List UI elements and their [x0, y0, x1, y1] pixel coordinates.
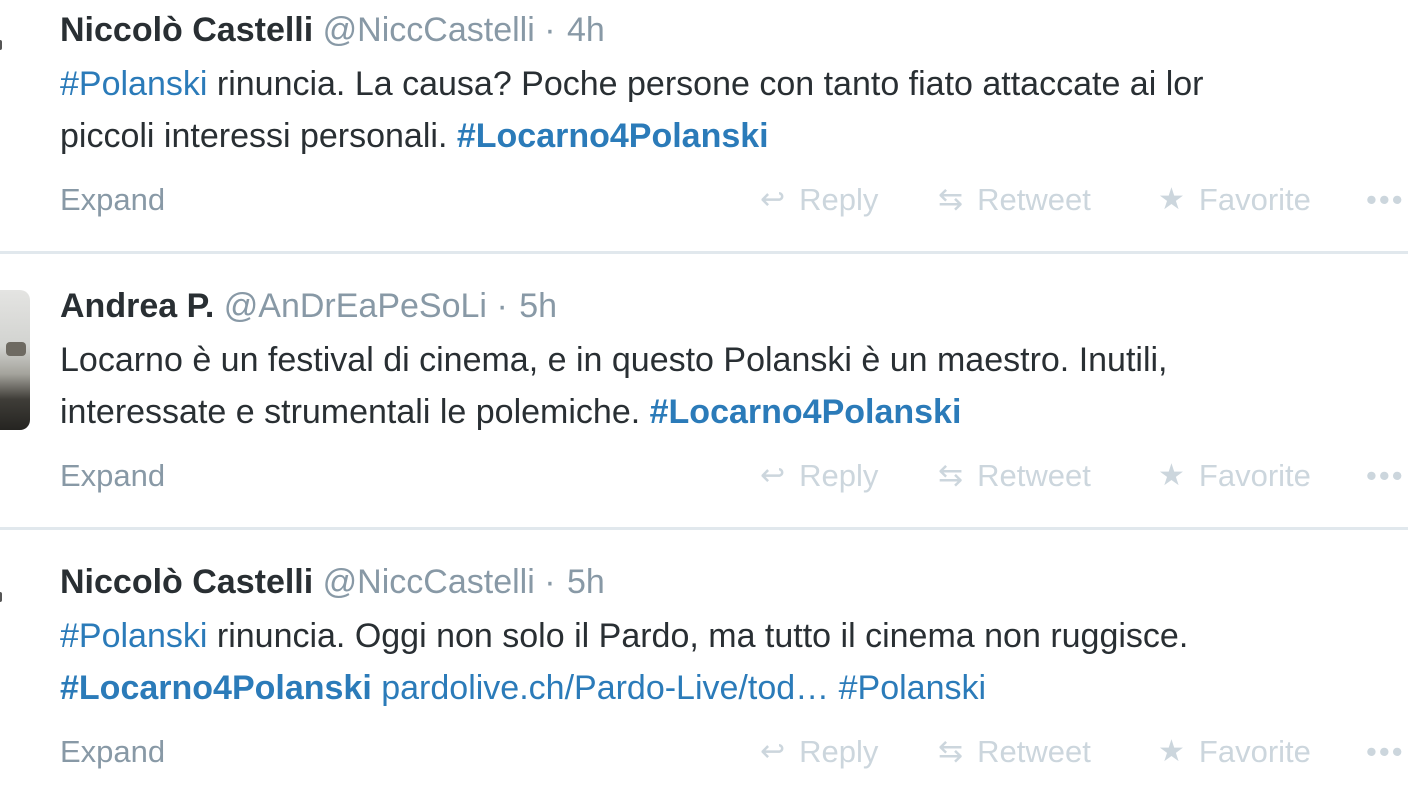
reply-button[interactable]: ↩ Reply	[760, 730, 878, 774]
avatar[interactable]	[0, 290, 30, 430]
avatar[interactable]	[0, 14, 30, 154]
favorite-label: Favorite	[1198, 458, 1311, 493]
author-username[interactable]: @NiccCastelli	[323, 11, 535, 49]
author-fullname[interactable]: Niccolò Castelli	[60, 563, 313, 601]
tweet-header: Niccolò Castelli @NiccCastelli · 5h	[60, 560, 605, 604]
hashtag-link[interactable]: #Locarno4Polanski	[457, 117, 769, 155]
tweet-text-line: #Polanski rinuncia. Oggi non solo il Par…	[60, 610, 1408, 662]
more-button[interactable]: •••	[1366, 454, 1405, 498]
timestamp[interactable]: 5h	[567, 563, 605, 601]
hashtag-link[interactable]: #Polanski	[60, 65, 207, 103]
hashtag-link[interactable]: #Polanski	[839, 669, 986, 707]
author-username[interactable]: @AnDrEaPeSoLi	[224, 287, 487, 325]
separator: ·	[544, 11, 556, 49]
timestamp[interactable]: 4h	[567, 11, 605, 49]
expand-link[interactable]: Expand	[60, 178, 165, 222]
separator: ·	[496, 287, 508, 325]
tweet-text-line: piccoli interessi personali. #Locarno4Po…	[60, 110, 1408, 162]
favorite-label: Favorite	[1198, 182, 1311, 217]
tweet-actions: Expand ↩ Reply ⇆ Retweet ★ Favorite •••	[60, 730, 1408, 774]
reply-button[interactable]: ↩ Reply	[760, 178, 878, 222]
reply-label: Reply	[799, 734, 879, 769]
retweet-label: Retweet	[977, 182, 1091, 217]
tweet-text-line: Locarno è un festival di cinema, e in qu…	[60, 334, 1408, 386]
tweet-header: Niccolò Castelli @NiccCastelli · 4h	[60, 8, 605, 52]
tweet-actions: Expand ↩ Reply ⇆ Retweet ★ Favorite •••	[60, 178, 1408, 222]
retweet-icon: ⇆	[938, 735, 964, 768]
author-fullname[interactable]: Niccolò Castelli	[60, 11, 313, 49]
more-button[interactable]: •••	[1366, 730, 1405, 774]
retweet-icon: ⇆	[938, 183, 964, 216]
reply-arrow-icon: ↩	[760, 735, 786, 768]
expand-link[interactable]: Expand	[60, 454, 165, 498]
tweet-text-segment: interessate e strumentali le polemiche.	[60, 393, 650, 431]
retweet-button[interactable]: ⇆ Retweet	[938, 730, 1091, 774]
favorite-button[interactable]: ★ Favorite	[1158, 454, 1311, 498]
avatar[interactable]	[0, 566, 30, 706]
favorite-label: Favorite	[1198, 734, 1311, 769]
tweet-text-segment: rinuncia. Oggi non solo il Pardo, ma tut…	[207, 617, 1189, 655]
tweet-text-line: #Locarno4Polanski pardolive.ch/Pardo-Liv…	[60, 662, 1408, 714]
separator: ·	[544, 563, 556, 601]
tweet-text: #Polanski rinuncia. La causa? Poche pers…	[60, 58, 1408, 162]
tweet-text-line: #Polanski rinuncia. La causa? Poche pers…	[60, 58, 1408, 110]
reply-arrow-icon: ↩	[760, 459, 786, 492]
hashtag-link[interactable]: #Locarno4Polanski	[60, 669, 372, 707]
star-icon: ★	[1158, 735, 1185, 768]
tweet-text-line: interessate e strumentali le polemiche. …	[60, 386, 1408, 438]
retweet-button[interactable]: ⇆ Retweet	[938, 454, 1091, 498]
tweet-text-segment: rinuncia. La causa? Poche persone con ta…	[207, 65, 1204, 103]
retweet-button[interactable]: ⇆ Retweet	[938, 178, 1091, 222]
hashtag-link[interactable]: #Locarno4Polanski	[650, 393, 962, 431]
tweet[interactable]: Andrea P. @AnDrEaPeSoLi · 5h Locarno è u…	[0, 254, 1408, 530]
reply-label: Reply	[799, 182, 879, 217]
tweet-text: Locarno è un festival di cinema, e in qu…	[60, 334, 1408, 438]
reply-button[interactable]: ↩ Reply	[760, 454, 878, 498]
tweet-text-segment: piccoli interessi personali.	[60, 117, 457, 155]
star-icon: ★	[1158, 459, 1185, 492]
retweet-label: Retweet	[977, 458, 1091, 493]
favorite-button[interactable]: ★ Favorite	[1158, 730, 1311, 774]
tweet-stream: Niccolò Castelli @NiccCastelli · 4h #Pol…	[0, 0, 1408, 792]
expand-link[interactable]: Expand	[60, 730, 165, 774]
tweet[interactable]: Niccolò Castelli @NiccCastelli · 5h #Pol…	[0, 530, 1408, 792]
tweet-actions: Expand ↩ Reply ⇆ Retweet ★ Favorite •••	[60, 454, 1408, 498]
star-icon: ★	[1158, 183, 1185, 216]
author-username[interactable]: @NiccCastelli	[323, 563, 535, 601]
more-button[interactable]: •••	[1366, 178, 1405, 222]
author-fullname[interactable]: Andrea P.	[60, 287, 214, 325]
timestamp[interactable]: 5h	[519, 287, 557, 325]
retweet-label: Retweet	[977, 734, 1091, 769]
tweet[interactable]: Niccolò Castelli @NiccCastelli · 4h #Pol…	[0, 0, 1408, 254]
url-link[interactable]: pardolive.ch/Pardo-Live/tod…	[381, 669, 829, 707]
tweet-text-segment	[372, 669, 381, 707]
reply-label: Reply	[799, 458, 879, 493]
hashtag-link[interactable]: #Polanski	[60, 617, 207, 655]
tweet-text-segment	[829, 669, 838, 707]
favorite-button[interactable]: ★ Favorite	[1158, 178, 1311, 222]
retweet-icon: ⇆	[938, 459, 964, 492]
tweet-text-segment: Locarno è un festival di cinema, e in qu…	[60, 341, 1168, 379]
tweet-header: Andrea P. @AnDrEaPeSoLi · 5h	[60, 284, 557, 328]
tweet-text: #Polanski rinuncia. Oggi non solo il Par…	[60, 610, 1408, 714]
reply-arrow-icon: ↩	[760, 183, 786, 216]
